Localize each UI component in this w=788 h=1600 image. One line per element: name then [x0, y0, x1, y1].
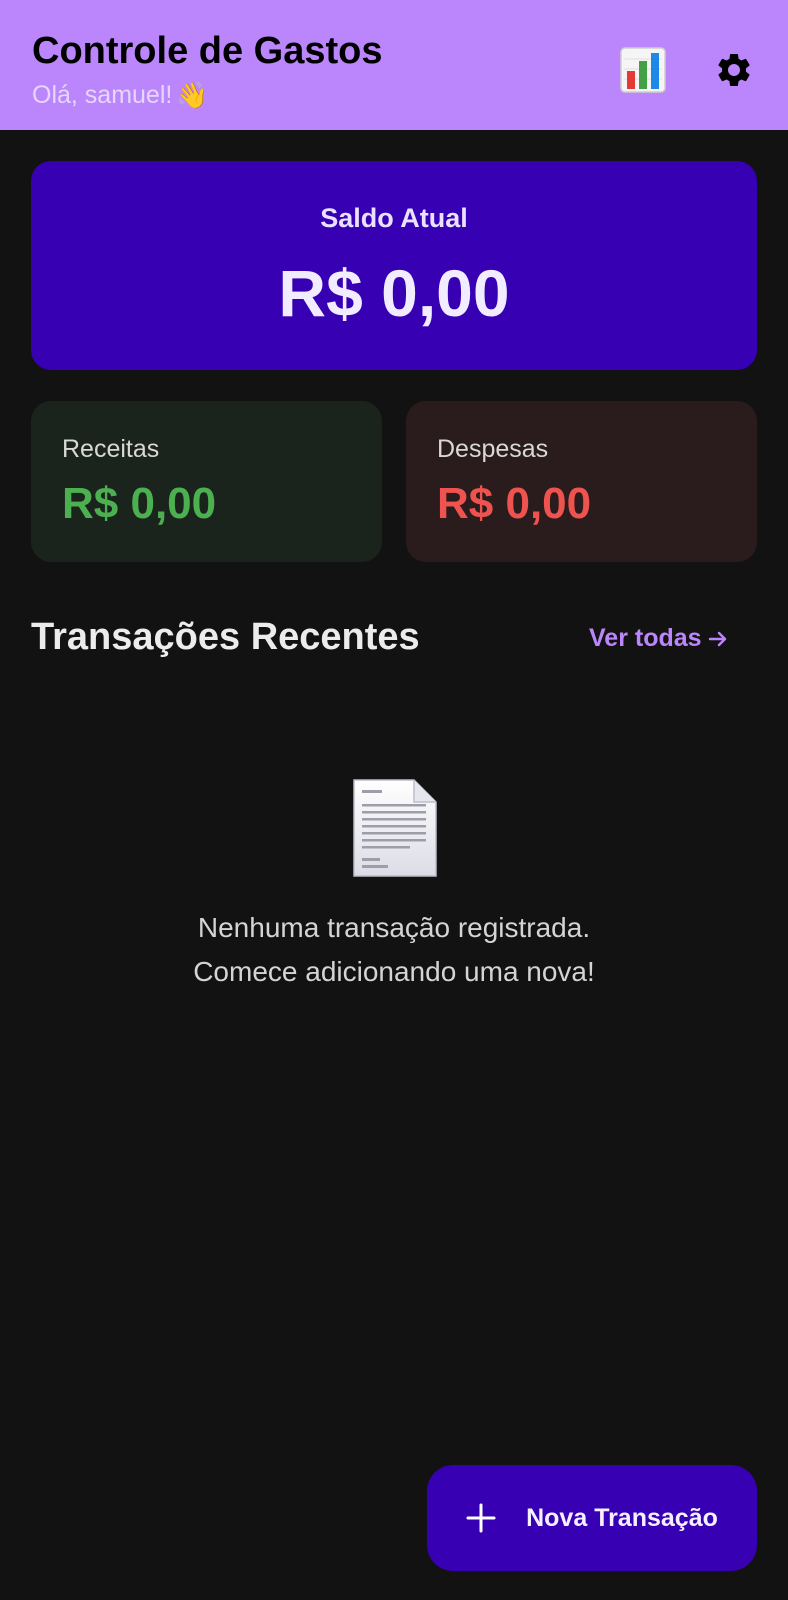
arrow-right-icon	[708, 631, 726, 646]
app-screen: Controle de Gastos Olá, samuel! 👋 Saldo …	[0, 0, 788, 1600]
income-value: R$ 0,00	[62, 479, 217, 528]
view-all-label: Ver todas	[589, 624, 702, 652]
statistics-button[interactable]	[619, 46, 667, 94]
income-label: Receitas	[62, 435, 160, 463]
waving-hand-icon: 👋	[176, 80, 209, 110]
gear-icon	[718, 53, 750, 86]
new-transaction-button[interactable]: Nova Transação	[427, 1465, 757, 1571]
greeting: Olá, samuel! 👋	[32, 80, 209, 111]
app-title: Controle de Gastos	[32, 30, 383, 72]
settings-button[interactable]	[710, 46, 758, 94]
balance-card: Saldo Atual R$ 0,00	[31, 161, 757, 370]
bar-chart-icon	[620, 47, 666, 93]
app-header: Controle de Gastos Olá, samuel! 👋	[0, 0, 788, 130]
expense-value: R$ 0,00	[437, 479, 592, 528]
expense-card: Despesas R$ 0,00	[406, 401, 757, 562]
empty-state-message: Nenhuma transação registrada.	[197, 912, 591, 943]
expense-label: Despesas	[437, 435, 549, 463]
greeting-text: Olá, samuel!	[32, 81, 173, 109]
balance-label: Saldo Atual	[320, 203, 468, 233]
view-all-link[interactable]: Ver todas	[589, 624, 730, 653]
recent-transactions-title: Transações Recentes	[31, 616, 420, 658]
income-card: Receitas R$ 0,00	[31, 401, 382, 562]
plus-icon	[466, 1503, 496, 1533]
document-icon	[353, 779, 437, 877]
new-transaction-label: Nova Transação	[526, 1503, 718, 1532]
balance-value: R$ 0,00	[278, 256, 510, 330]
empty-state-hint: Comece adicionando uma nova!	[193, 956, 595, 987]
